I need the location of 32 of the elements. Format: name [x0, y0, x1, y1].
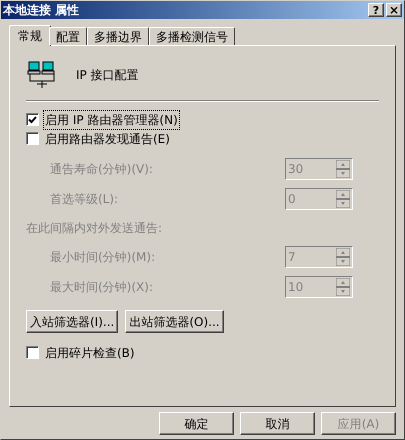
- dialog-button[interactable]: 确定: [159, 412, 234, 435]
- dialog-button[interactable]: 取消: [240, 412, 315, 435]
- filter-button[interactable]: 入站筛选器(I)...: [26, 310, 118, 333]
- field-label: 最小时间(分钟)(M):: [50, 249, 156, 266]
- filter-button[interactable]: 出站筛选器(O)...: [125, 310, 224, 333]
- checkbox-label: 启用 IP 路由器管理器(N): [44, 110, 179, 128]
- checkbox[interactable]: [26, 113, 39, 126]
- checkbox-label: 启用碎片检查(B): [44, 344, 136, 362]
- window-title: 本地连接 属性: [3, 2, 80, 19]
- tab[interactable]: 多播边界: [87, 27, 149, 45]
- help-button[interactable]: ?: [368, 3, 384, 17]
- interval-heading: 在此间隔内对外发送通告:: [26, 220, 162, 237]
- checkmark-icon: [28, 116, 37, 124]
- spin-arrows-icon[interactable]: [336, 278, 350, 296]
- field-value: 30: [288, 161, 304, 178]
- tab[interactable]: 多播检测信号: [149, 27, 235, 45]
- spin-arrows-icon[interactable]: [336, 190, 350, 208]
- field-value: 7: [288, 249, 296, 266]
- field-label: 通告寿命(分钟)(V):: [50, 161, 153, 178]
- field-value: 10: [288, 279, 304, 296]
- checkbox-label: 启用路由器发现通告(E): [44, 130, 171, 148]
- tab[interactable]: 配置: [49, 27, 87, 45]
- checkbox[interactable]: [26, 132, 39, 145]
- checkbox[interactable]: [26, 346, 39, 359]
- field-value: 0: [288, 191, 296, 208]
- field-label: 首选等级(L):: [50, 191, 118, 208]
- field-label: 最大时间(分钟)(X):: [50, 279, 153, 296]
- spin-arrows-icon[interactable]: [336, 160, 350, 178]
- section-heading: IP 接口配置: [76, 67, 139, 84]
- close-button[interactable]: ×: [386, 3, 402, 17]
- tab[interactable]: 常规: [9, 25, 51, 46]
- spin-arrows-icon[interactable]: [336, 248, 350, 266]
